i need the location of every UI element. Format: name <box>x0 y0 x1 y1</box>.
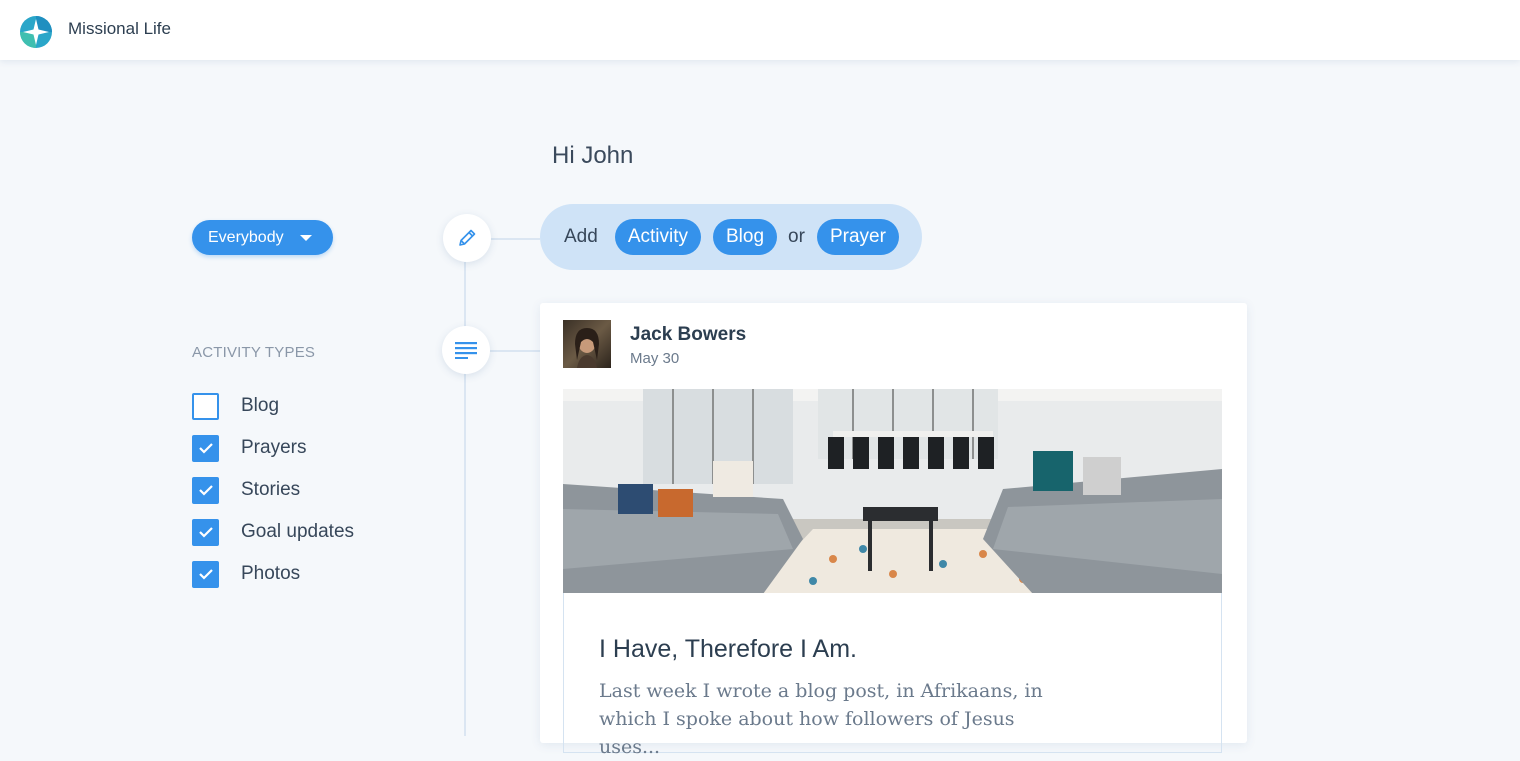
filter-label: Blog <box>241 395 280 416</box>
filter-prayers[interactable]: Prayers <box>192 434 306 462</box>
add-prayer-button[interactable]: Prayer <box>816 219 899 255</box>
checkbox-checked-icon[interactable] <box>192 434 219 462</box>
timeline-connector <box>491 238 540 240</box>
checkbox-checked-icon[interactable] <box>192 476 219 504</box>
add-activity-button[interactable]: Activity <box>614 219 701 255</box>
filter-blog[interactable]: Blog <box>192 392 279 420</box>
or-label: or <box>788 226 805 247</box>
filter-stories[interactable]: Stories <box>192 476 300 504</box>
author-avatar[interactable] <box>563 320 611 368</box>
app-title: Missional Life <box>68 19 171 38</box>
post-cover-image[interactable] <box>563 389 1222 593</box>
post-title[interactable]: I Have, Therefore I Am. <box>599 635 857 664</box>
logo-icon[interactable] <box>19 15 53 49</box>
filter-label: Goal updates <box>241 521 355 542</box>
filter-photos[interactable]: Photos <box>192 560 300 588</box>
add-blog-button[interactable]: Blog <box>713 219 778 255</box>
top-bar: Missional Life <box>0 0 1520 60</box>
filter-label: Stories <box>241 479 301 500</box>
post-excerpt: Last week I wrote a blog post, in Afrika… <box>599 680 1043 758</box>
post-date: May 30 <box>630 350 680 367</box>
checkbox-checked-icon[interactable] <box>192 560 219 588</box>
add-label: Add <box>564 226 598 247</box>
checkbox-unchecked-icon[interactable] <box>192 392 219 420</box>
add-activity-bar: Add Activity Blog or Prayer <box>540 204 922 270</box>
post-type-button[interactable] <box>442 326 490 374</box>
caret-down-icon <box>300 235 312 241</box>
post-author[interactable]: Jack Bowers <box>630 324 746 346</box>
compose-button[interactable] <box>443 214 491 262</box>
greeting-heading: Hi John <box>552 142 634 169</box>
checkbox-checked-icon[interactable] <box>192 518 219 546</box>
pencil-icon <box>459 229 476 246</box>
filter-goal-updates[interactable]: Goal updates <box>192 518 354 546</box>
post-body: I Have, Therefore I Am. Last week I wrot… <box>563 593 1222 758</box>
activity-types-heading: ACTIVITY TYPES <box>192 344 316 361</box>
text-lines-icon <box>455 342 477 359</box>
timeline-connector <box>490 350 540 352</box>
blog-post-card[interactable]: Jack Bowers May 30 I Have, Therefore I A… <box>540 303 1247 758</box>
audience-dropdown[interactable]: Everybody <box>192 220 333 255</box>
filter-label: Prayers <box>241 437 307 458</box>
filter-label: Photos <box>241 563 301 584</box>
audience-dropdown-label: Everybody <box>208 228 284 246</box>
